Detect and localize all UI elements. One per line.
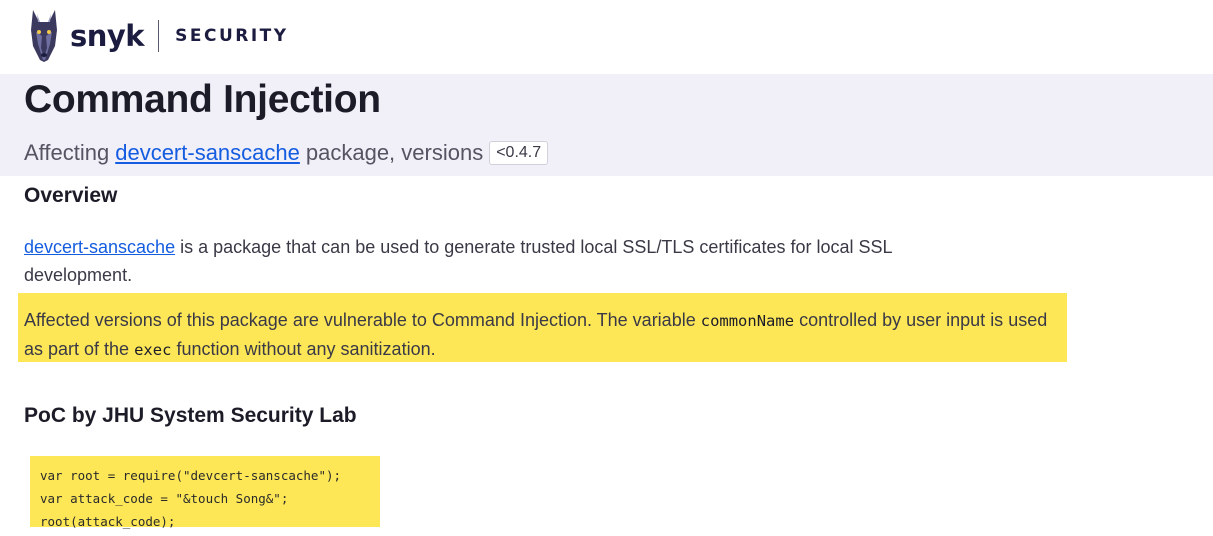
poc-code-block: var root = require("devcert-sanscache");… xyxy=(30,456,380,529)
code-common-name: commonName xyxy=(700,312,795,330)
page-title: Command Injection xyxy=(24,78,381,121)
code-line: var attack_code = "&touch Song&"; xyxy=(40,491,289,506)
affecting-suffix: package, versions xyxy=(305,140,484,165)
snyk-logo[interactable]: snyk SECURITY xyxy=(24,8,289,64)
overview-heading: Overview xyxy=(24,184,118,207)
code-exec: exec xyxy=(134,341,172,359)
site-header: snyk SECURITY xyxy=(0,0,1213,74)
poc-heading: PoC by JHU System Security Lab xyxy=(24,404,357,427)
affecting-prefix: Affecting xyxy=(24,140,110,165)
affecting-line: Affecting devcert-sanscache package, ver… xyxy=(24,140,549,166)
code-line: var root = require("devcert-sanscache"); xyxy=(40,468,342,483)
brand-section: SECURITY xyxy=(175,26,289,46)
vulnerability-description: Affected versions of this package are vu… xyxy=(24,306,1059,364)
package-link[interactable]: devcert-sanscache xyxy=(115,140,300,166)
brand-name: snyk xyxy=(70,19,145,53)
vuln-text-1: Affected versions of this package are vu… xyxy=(24,310,696,330)
overview-package-link[interactable]: devcert-sanscache xyxy=(24,237,175,257)
vuln-text-3: function without any sanitization. xyxy=(176,339,436,359)
snyk-doberman-icon xyxy=(31,10,57,62)
logo-divider xyxy=(158,20,160,52)
vulnerability-highlight: Affected versions of this package are vu… xyxy=(18,293,1067,362)
code-line: root(attack_code); xyxy=(40,514,176,529)
vuln-hero: Command Injection Affecting devcert-sans… xyxy=(0,74,1213,176)
package-description: devcert-sanscache is a package that can … xyxy=(24,233,1004,289)
version-badge: <0.4.7 xyxy=(489,141,549,165)
